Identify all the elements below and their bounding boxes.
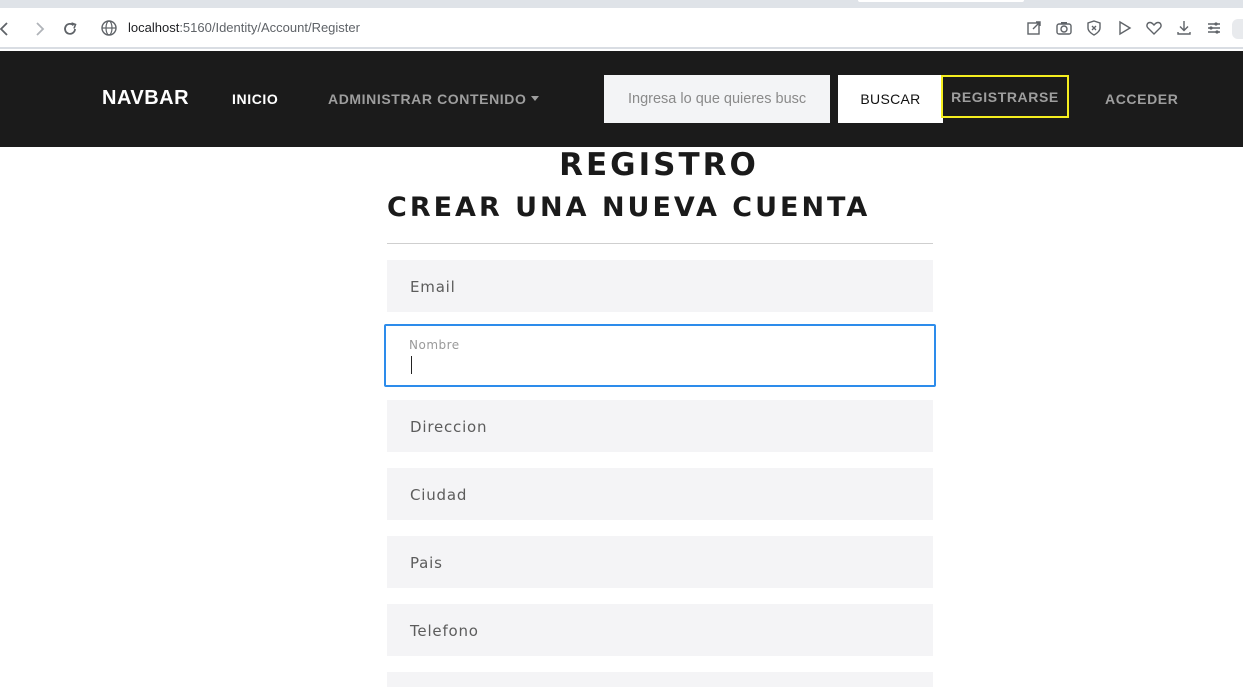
site-info-icon[interactable] xyxy=(100,19,118,37)
search-input[interactable] xyxy=(604,75,830,123)
shield-icon[interactable] xyxy=(1085,19,1103,37)
site-navbar: NAVBAR INICIO ADMINISTRAR CONTENIDO BUSC… xyxy=(0,51,1243,147)
nav-dropdown-admin-label: ADMINISTRAR CONTENIDO xyxy=(328,91,527,107)
share-icon[interactable] xyxy=(1025,19,1043,37)
play-icon[interactable] xyxy=(1115,19,1133,37)
nav-link-inicio[interactable]: INICIO xyxy=(232,91,278,107)
reload-icon[interactable] xyxy=(59,18,81,40)
divider xyxy=(387,243,933,244)
forward-icon[interactable] xyxy=(28,18,50,40)
nombre-floating-label: Nombre xyxy=(409,338,460,352)
email-field[interactable]: Email xyxy=(387,260,933,312)
page-subtitle: CREAR UNA NUEVA CUENTA xyxy=(387,192,871,223)
ciudad-placeholder: Ciudad xyxy=(410,486,468,504)
nombre-field[interactable]: Nombre xyxy=(384,324,936,387)
pais-placeholder: Pais xyxy=(410,554,443,572)
profile-icon[interactable] xyxy=(1232,19,1243,39)
caret-down-icon xyxy=(531,96,540,101)
back-icon[interactable] xyxy=(0,18,16,40)
telefono-field[interactable]: Telefono xyxy=(387,604,933,656)
browser-toolbar: localhost:5160/Identity/Account/Register xyxy=(0,8,1243,49)
camera-icon[interactable] xyxy=(1055,19,1073,37)
ciudad-field[interactable]: Ciudad xyxy=(387,468,933,520)
heart-icon[interactable] xyxy=(1145,19,1163,37)
telefono-placeholder: Telefono xyxy=(410,622,479,640)
page-title: REGISTRO xyxy=(559,147,759,183)
download-icon[interactable] xyxy=(1175,19,1193,37)
menu-icon[interactable] xyxy=(1205,19,1223,37)
pais-field[interactable]: Pais xyxy=(387,536,933,588)
direccion-field[interactable]: Direccion xyxy=(387,400,933,452)
email-placeholder: Email xyxy=(410,278,456,296)
nav-link-login[interactable]: ACCEDER xyxy=(1105,91,1178,107)
navbar-brand[interactable]: NAVBAR xyxy=(102,87,189,110)
next-field[interactable] xyxy=(387,672,933,687)
url-path: :5160/Identity/Account/Register xyxy=(179,20,360,35)
nav-dropdown-admin[interactable]: ADMINISTRAR CONTENIDO xyxy=(328,91,540,107)
search-button[interactable]: BUSCAR xyxy=(838,75,943,123)
text-cursor xyxy=(411,356,412,374)
browser-tab-strip xyxy=(0,0,1243,8)
active-tab-edge[interactable] xyxy=(858,0,1024,2)
url-host: localhost xyxy=(128,20,180,35)
direccion-placeholder: Direccion xyxy=(410,418,488,436)
nav-link-register[interactable]: REGISTRARSE xyxy=(941,75,1069,118)
address-bar[interactable]: localhost:5160/Identity/Account/Register xyxy=(128,20,360,35)
